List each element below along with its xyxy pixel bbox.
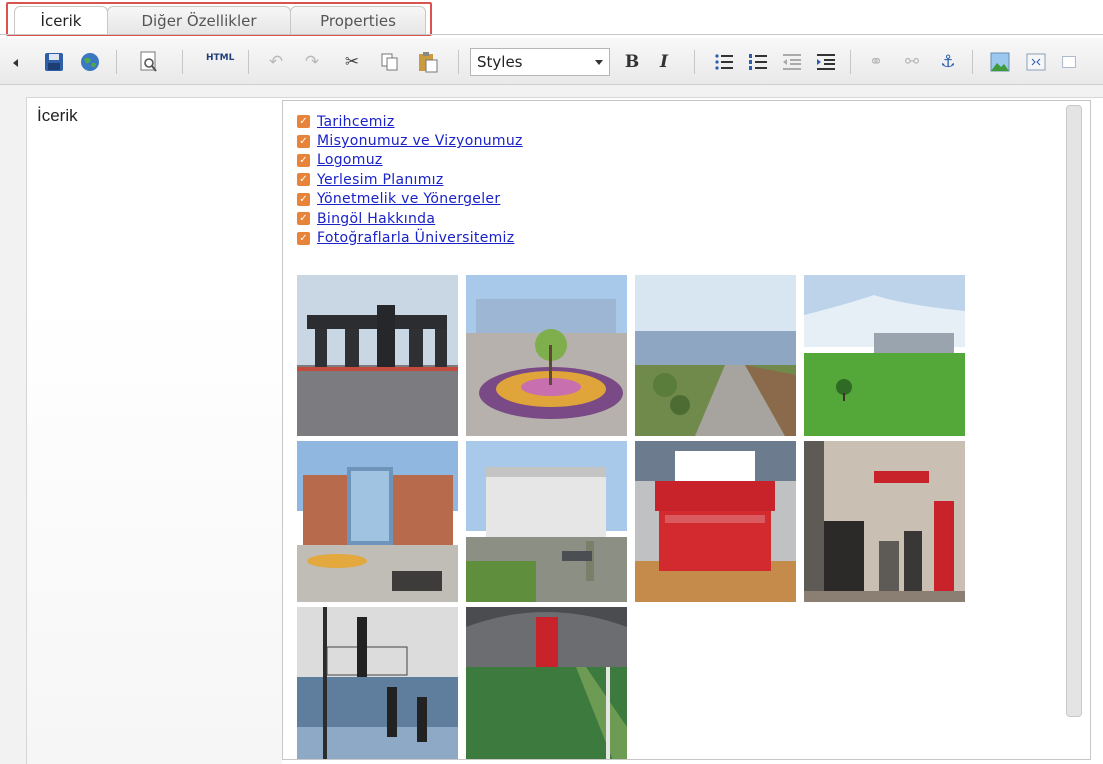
- link-icon[interactable]: ⚭: [864, 50, 888, 74]
- list-item: ✓ Yerlesim Planımız: [297, 170, 523, 189]
- toolbar-separator: [972, 50, 973, 74]
- content-field-label: İcerik: [37, 106, 78, 125]
- table-icon[interactable]: [1062, 50, 1076, 74]
- form-area: İcerik ✓ Tarihcemiz ✓ Misyonumuz ve Vizyon…: [0, 85, 1103, 764]
- photo-stage-play[interactable]: [804, 441, 965, 602]
- photo-campus-road[interactable]: [635, 275, 796, 436]
- toolbar-separator: [850, 50, 851, 74]
- list-item: ✓ Bingöl Hakkında: [297, 209, 523, 228]
- link-logomuz[interactable]: Logomuz: [317, 152, 383, 168]
- tab-highlight-box: [6, 2, 432, 36]
- flash-icon[interactable]: [1024, 50, 1048, 74]
- checkbox-icon: ✓: [297, 192, 310, 206]
- cut-icon[interactable]: ✂: [340, 50, 364, 74]
- list-item: ✓ Misyonumuz ve Vizyonumuz: [297, 131, 523, 150]
- vertical-scrollbar[interactable]: [1066, 105, 1082, 717]
- label-column: İcerik: [27, 98, 282, 764]
- undo-icon[interactable]: ↶: [264, 50, 288, 74]
- link-fotograflarla[interactable]: Fotoğraflarla Üniversitemiz: [317, 230, 514, 246]
- checkbox-icon: ✓: [297, 134, 310, 148]
- html-source-button[interactable]: HTML: [206, 53, 234, 63]
- tab-underline: [0, 34, 1103, 35]
- tab-bar: İcerik Diğer Özellikler Properties: [0, 0, 1103, 38]
- photo-green-lawn[interactable]: [804, 275, 965, 436]
- link-misyon-vizyon[interactable]: Misyonumuz ve Vizyonumuz: [317, 133, 523, 149]
- preview-icon[interactable]: [137, 50, 161, 74]
- paste-icon[interactable]: [416, 50, 440, 74]
- link-list: ✓ Tarihcemiz ✓ Misyonumuz ve Vizyonumuz ✓ L…: [297, 112, 523, 248]
- content-panel: İcerik ✓ Tarihcemiz ✓ Misyonumuz ve Vizyon…: [26, 97, 1103, 764]
- bulleted-list-icon[interactable]: [712, 50, 736, 74]
- save-icon[interactable]: [42, 50, 66, 74]
- editor-toolbar: HTML ↶ ↷ ✂ Styles B I ⚭ ⚯ ⚓: [0, 38, 1103, 85]
- link-tarihcemiz[interactable]: Tarihcemiz: [317, 114, 395, 130]
- anchor-icon[interactable]: ⚓: [936, 50, 960, 74]
- link-yonetmelik[interactable]: Yönetmelik ve Yönergeler: [317, 191, 500, 207]
- italic-button[interactable]: I: [652, 50, 676, 74]
- checkbox-icon: ✓: [297, 115, 310, 129]
- list-item: ✓ Fotoğraflarla Üniversitemiz: [297, 228, 523, 247]
- toolbar-separator: [182, 50, 183, 74]
- globe-icon[interactable]: [78, 50, 102, 74]
- styles-dropdown[interactable]: Styles: [470, 48, 610, 76]
- list-item: ✓ Tarihcemiz: [297, 112, 523, 131]
- checkbox-icon: ✓: [297, 173, 310, 187]
- list-item: ✓ Logomuz: [297, 151, 523, 170]
- unlink-icon[interactable]: ⚯: [900, 50, 924, 74]
- checkbox-icon: ✓: [297, 231, 310, 245]
- photo-volleyball-match[interactable]: [297, 607, 458, 759]
- photo-flower-bed[interactable]: [466, 275, 627, 436]
- photo-white-building[interactable]: [466, 441, 627, 602]
- copy-icon[interactable]: [378, 50, 402, 74]
- numbered-list-icon[interactable]: [746, 50, 770, 74]
- image-icon[interactable]: [988, 50, 1012, 74]
- list-item: ✓ Yönetmelik ve Yönergeler: [297, 190, 523, 209]
- chevron-down-icon: [595, 60, 603, 65]
- toolbar-separator: [694, 50, 695, 74]
- outdent-icon[interactable]: [780, 50, 804, 74]
- rich-text-editor[interactable]: ✓ Tarihcemiz ✓ Misyonumuz ve Vizyonumuz ✓ L…: [282, 100, 1091, 760]
- photo-basketball-team[interactable]: [635, 441, 796, 602]
- link-bingol-hakkinda[interactable]: Bingöl Hakkında: [317, 211, 435, 227]
- photo-campus-gate[interactable]: [297, 275, 458, 436]
- bold-button[interactable]: B: [620, 50, 644, 74]
- link-yerlesim-plani[interactable]: Yerlesim Planımız: [317, 172, 444, 188]
- photo-library-building[interactable]: [297, 441, 458, 602]
- styles-dropdown-value: Styles: [477, 53, 523, 71]
- toolbar-collapse-handle[interactable]: [13, 59, 18, 67]
- photo-indoor-field[interactable]: [466, 607, 627, 759]
- checkbox-icon: ✓: [297, 212, 310, 226]
- checkbox-icon: ✓: [297, 153, 310, 167]
- toolbar-separator: [116, 50, 117, 74]
- indent-icon[interactable]: [814, 50, 838, 74]
- toolbar-separator: [248, 50, 249, 74]
- toolbar-separator: [458, 50, 459, 74]
- redo-icon[interactable]: ↷: [300, 50, 324, 74]
